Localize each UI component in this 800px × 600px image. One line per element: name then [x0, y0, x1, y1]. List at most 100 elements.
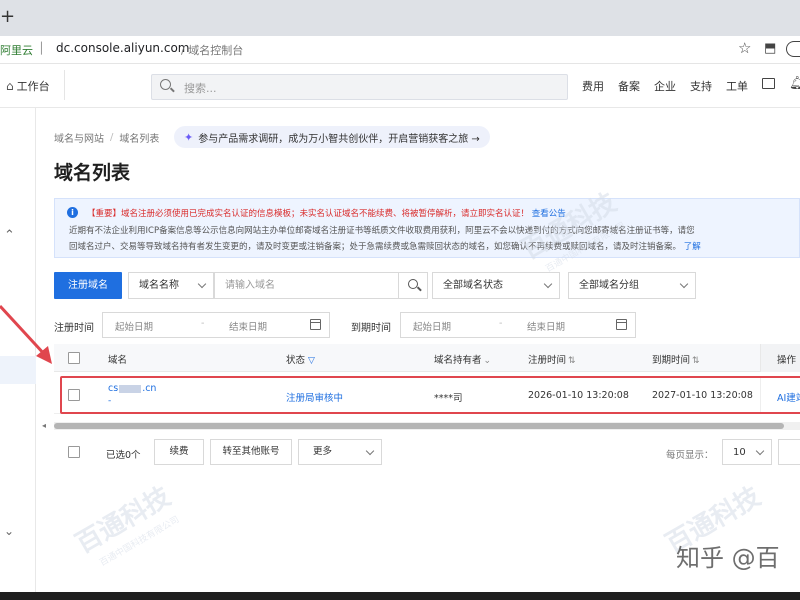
bottom-frame [0, 592, 800, 600]
profile-icon[interactable] [786, 41, 800, 57]
page-size-label: 每页显示： [666, 450, 714, 461]
search-field-select[interactable]: 域名名称 [128, 272, 214, 299]
page-size-value: 10 [733, 447, 746, 458]
workbench-label: 工作台 [16, 80, 50, 93]
end-date-placeholder: 结束日期 [229, 322, 268, 333]
notice-line-2: 近期有不法企业利用ICP备案信息等公示信息向网站主办单位邮寄域名注册证书等纸质文… [69, 226, 695, 236]
domain-search-input[interactable]: 请输入域名 [214, 272, 428, 299]
column-status[interactable]: 状态 ▽ [286, 352, 315, 366]
domain-status-value: 全部域名状态 [443, 280, 503, 291]
column-holder[interactable]: 域名持有者 ⌄ [434, 352, 491, 366]
notice-line-3-text: 回域名过户、交易等导致域名持有者发生变更的，请及时变更或注销备案；处于急需续费或… [69, 242, 682, 252]
breadcrumb-separator: / [110, 132, 114, 143]
domain-group-value: 全部域名分组 [579, 280, 639, 291]
chevron-up-icon[interactable]: ⌃ [4, 228, 15, 243]
nav-link-support[interactable]: 支持 [683, 78, 719, 94]
table-header: 域名 状态 ▽ 域名持有者 ⌄ 注册时间 ⇅ 到期时间 ⇅ 操作 [54, 344, 800, 372]
expiry-date-range[interactable]: 起始日期 - 结束日期 [400, 312, 636, 338]
footer-select-all-checkbox[interactable] [68, 446, 80, 458]
expiry-time-label: 到期时间 [351, 323, 391, 334]
chevron-down-icon [365, 446, 375, 456]
sort-icon[interactable]: ⇅ [692, 356, 700, 366]
date-separator: - [201, 318, 205, 329]
column-actions: 操作 [760, 344, 800, 372]
chevron-down-icon: ⌄ [483, 356, 492, 366]
search-icon [160, 79, 171, 90]
search-placeholder: 搜索... [184, 82, 217, 95]
column-actions-label: 操作 [777, 355, 797, 366]
notice-link-learn-more[interactable]: 了解 [684, 242, 701, 252]
search-icon [408, 279, 418, 289]
chevron-down-icon [679, 279, 689, 289]
sparkle-icon: ✦ [184, 130, 194, 144]
breadcrumb-domains-and-sites[interactable]: 域名与网站 [54, 130, 104, 145]
column-expiry-time[interactable]: 到期时间 ⇅ [652, 352, 700, 366]
column-status-label: 状态 [286, 355, 306, 366]
notice-link-announcement[interactable]: 查看公告 [532, 209, 566, 219]
nav-link-tickets[interactable]: 工单 [719, 78, 755, 94]
end-date-placeholder: 结束日期 [527, 322, 566, 333]
promo-text: 参与产品需求调研，成为万小智共创伙伴，开启营销获客之旅 → [198, 133, 480, 145]
notice-line-3: 回域名过户、交易等导致域名持有者发生变更的，请及时变更或注销备案；处于急需续费或… [69, 240, 799, 252]
sort-icon[interactable]: ⇅ [568, 356, 576, 366]
pagination-prev-button[interactable] [778, 439, 800, 465]
url-domain[interactable]: dc.console.aliyun.com [56, 41, 189, 55]
sidebar-item-active[interactable] [0, 356, 36, 384]
lock-icon: │ [38, 42, 45, 55]
scroll-left-arrow-icon[interactable]: ◂ [42, 421, 46, 430]
promo-banner[interactable]: ✦ 参与产品需求调研，成为万小智共创伙伴，开启营销获客之旅 → [174, 126, 490, 148]
workbench-link[interactable]: ⌂ 工作台 [6, 78, 50, 94]
page-title: 域名列表 [54, 162, 131, 184]
notice-line-1: 【重要】域名注册必须使用已完成实名认证的信息模板；未实名认证域名不能续费、将被暂… [87, 207, 799, 219]
nav-link-billing[interactable]: 费用 [575, 78, 611, 94]
screenshot: + 阿里云 │ dc.console.aliyun.com / 域名控制台 ☆ … [0, 0, 800, 600]
domain-group-select[interactable]: 全部域名分组 [568, 272, 696, 299]
registration-date-range[interactable]: 起始日期 - 结束日期 [102, 312, 330, 338]
url-path[interactable]: / 域名控制台 [181, 42, 243, 58]
register-domain-button[interactable]: 注册域名 [54, 272, 122, 299]
domain-status-select[interactable]: 全部域名状态 [432, 272, 560, 299]
message-icon[interactable] [762, 78, 775, 89]
global-search-input[interactable]: 搜索... [151, 74, 568, 100]
column-domain: 域名 [108, 355, 128, 366]
sidebar: ⌃ ⌄ [0, 108, 36, 600]
page-size-select[interactable]: 10 [722, 439, 772, 465]
calendar-icon [310, 319, 321, 330]
select-all-checkbox[interactable] [68, 352, 80, 364]
filter-icon[interactable]: ▽ [308, 356, 315, 366]
chevron-down-icon [197, 279, 207, 289]
more-actions-label: 更多 [313, 446, 333, 457]
address-bar[interactable]: 阿里云 │ dc.console.aliyun.com / 域名控制台 ☆ ⬒ [0, 36, 800, 64]
site-name: 阿里云 [0, 44, 33, 57]
extensions-icon[interactable]: ⬒ [764, 41, 776, 56]
divider [64, 70, 65, 100]
nav-link-icp[interactable]: 备案 [611, 78, 647, 94]
registration-time-label: 注册时间 [54, 323, 94, 334]
new-tab-button[interactable]: + [0, 6, 15, 27]
renew-button[interactable]: 续费 [154, 439, 204, 465]
notice-alert: i 【重要】域名注册必须使用已完成实名认证的信息模板；未实名认证域名不能续费、将… [54, 198, 800, 258]
domain-search-placeholder: 请输入域名 [225, 280, 275, 291]
transfer-account-button[interactable]: 转至其他账号 [210, 439, 292, 465]
nav-link-enterprise[interactable]: 企业 [647, 78, 683, 94]
zhihu-watermark: 知乎 @百 [676, 544, 780, 572]
scrollbar-thumb[interactable] [54, 423, 784, 429]
breadcrumb: 域名与网站 / 域名列表 [54, 130, 159, 145]
domain-search-button[interactable] [398, 272, 428, 299]
column-holder-label: 域名持有者 [434, 355, 482, 366]
column-registration-time[interactable]: 注册时间 ⇅ [528, 352, 576, 366]
bookmark-star-icon[interactable]: ☆ [738, 39, 751, 57]
search-field-value: 域名名称 [139, 280, 179, 291]
bell-icon[interactable]: 🔔︎ [789, 76, 800, 91]
info-icon: i [67, 207, 78, 218]
selected-count: 已选0个 [106, 450, 141, 461]
chevron-down-icon [543, 279, 553, 289]
calendar-icon [616, 319, 627, 330]
start-date-placeholder: 起始日期 [115, 322, 154, 333]
more-actions-button[interactable]: 更多 [298, 439, 382, 465]
chevron-down-icon[interactable]: ⌄ [4, 524, 14, 538]
nav-links: 费用 备案 企业 支持 工单 [575, 78, 755, 94]
annotation-highlight-box [60, 376, 800, 414]
breadcrumb-domain-list: 域名列表 [119, 134, 160, 145]
top-navigation: ⌂ 工作台 搜索... 费用 备案 企业 支持 工单 🔔︎ [0, 64, 800, 108]
